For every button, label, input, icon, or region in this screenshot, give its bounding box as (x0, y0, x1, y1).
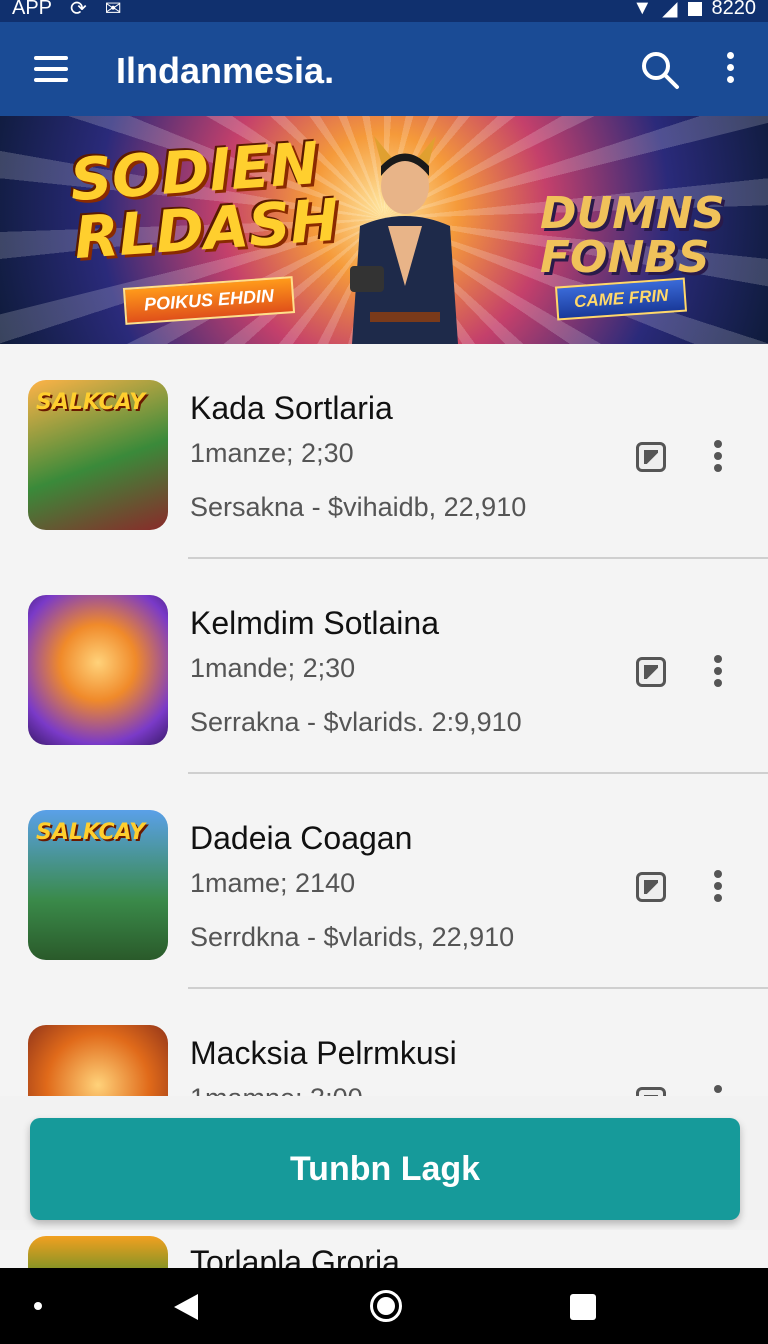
search-icon[interactable] (640, 50, 680, 90)
game-price: Sersakna - $vihaidb, 22,910 (190, 492, 527, 522)
notification-icon: ✉ (104, 0, 122, 20)
open-in-app-icon[interactable] (636, 1087, 666, 1096)
overflow-menu-icon[interactable] (722, 52, 738, 88)
item-overflow-icon[interactable] (712, 1085, 724, 1096)
system-nav-bar (0, 1268, 768, 1344)
back-icon[interactable] (174, 1294, 198, 1320)
list-item[interactable]: Torlapla Groria (0, 1230, 768, 1270)
app-title: Ilndanmesia. (116, 50, 335, 91)
recents-icon[interactable] (570, 1294, 596, 1320)
nav-dot-icon (34, 1302, 42, 1310)
game-title: Macksia Pelrmkusi (190, 1035, 457, 1071)
primary-action-button[interactable]: Tunbn Lagk (30, 1118, 740, 1220)
open-in-app-icon[interactable] (636, 657, 666, 687)
item-overflow-icon[interactable] (712, 655, 724, 689)
game-thumbnail (28, 1025, 168, 1096)
banner-right-title: DUMNS FONBS (540, 188, 725, 283)
sync-icon: ⟳ (70, 0, 87, 20)
game-title: Kelmdim Sotlaina (190, 605, 439, 641)
game-list: SALKCAY Kada Sortlaria 1manze; 2;30 Sers… (0, 344, 768, 1096)
game-thumbnail: SALKCAY (28, 380, 168, 530)
game-subtitle: 1mame; 2140 (190, 868, 356, 898)
game-title: Dadeia Coagan (190, 820, 413, 856)
list-item[interactable]: SALKCAY Dadeia Coagan 1mame; 2140 Serrdk… (0, 774, 768, 989)
open-in-app-icon[interactable] (636, 442, 666, 472)
game-thumbnail (28, 595, 168, 745)
app-bar: Ilndanmesia. (0, 22, 768, 116)
list-item[interactable]: Kelmdim Sotlaina 1mande; 2;30 Serrakna -… (0, 559, 768, 774)
status-time: 8220 (711, 0, 757, 19)
game-thumbnail: SALKCAY (28, 810, 168, 960)
game-thumbnail (28, 1236, 168, 1270)
game-subtitle: 1mande; 2;30 (190, 653, 356, 683)
menu-icon[interactable] (34, 56, 68, 82)
promo-banner[interactable]: SODIEN RLDASH POIKUS EHDIN DUMNS FONBS C… (0, 116, 768, 344)
hero-character-image (350, 136, 458, 344)
list-item[interactable]: SALKCAY Kada Sortlaria 1manze; 2;30 Sers… (0, 344, 768, 559)
battery-icon (687, 1, 702, 16)
item-overflow-icon[interactable] (712, 870, 724, 904)
list-item[interactable]: Macksia Pelrmkusi 1mamne; 3;00 (0, 989, 768, 1096)
item-overflow-icon[interactable] (712, 440, 724, 474)
game-title: Torlapla Groria (190, 1244, 400, 1270)
open-in-app-icon[interactable] (636, 872, 666, 902)
game-price: Serrdkna - $vlarids, 22,910 (190, 922, 515, 952)
signal-icon: ◢ (662, 0, 678, 20)
game-subtitle: 1mamne; 3;00 (190, 1083, 363, 1096)
banner-left-title: SODIEN RLDASH (67, 129, 342, 273)
game-subtitle: 1manze; 2;30 (190, 438, 354, 468)
game-title: Kada Sortlaria (190, 390, 393, 426)
wifi-icon: ▼ (632, 0, 653, 19)
game-price: Serrakna - $vlarids. 2:9,910 (190, 707, 522, 737)
status-app-label: APP (12, 0, 53, 19)
home-icon[interactable] (370, 1290, 402, 1322)
status-bar: APP ⟳ ✉ ▼ ◢ 8220 (0, 0, 768, 22)
